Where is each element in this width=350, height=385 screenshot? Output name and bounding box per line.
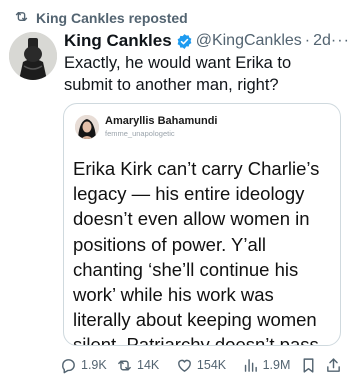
repost-icon — [14, 9, 29, 27]
post-timestamp[interactable]: 2d — [313, 32, 331, 50]
separator-dot: · — [304, 32, 311, 49]
post-header: King Cankles @KingCankles · 2d ··· — [64, 30, 349, 52]
quoted-author-username: femme_unapologetic — [105, 129, 175, 138]
action-bar: 1.9K 14K 154K 1.9M — [60, 355, 344, 375]
repost-count: 14K — [137, 358, 160, 372]
quoted-author-avatar — [75, 115, 99, 139]
author-name[interactable]: King Cankles — [64, 31, 172, 51]
reposted-by-line[interactable]: King Cankles reposted — [14, 9, 188, 27]
reposted-by-label: King Cankles reposted — [36, 10, 188, 26]
bookmark-icon — [300, 357, 317, 374]
author-handle[interactable]: @KingCankles — [196, 32, 302, 50]
quoted-author-name: Amaryllis Bahamundi — [105, 115, 218, 127]
views-button[interactable]: 1.9M — [242, 357, 300, 374]
more-icon[interactable]: ··· — [331, 32, 350, 50]
share-button[interactable] — [325, 357, 344, 374]
author-avatar[interactable] — [9, 32, 57, 80]
like-icon — [176, 357, 193, 374]
like-button[interactable]: 154K — [176, 357, 242, 374]
share-icon — [325, 357, 342, 374]
quoted-post-card[interactable]: Amaryllis Bahamundi femme_unapologetic E… — [63, 103, 341, 346]
bookmark-button[interactable] — [300, 357, 325, 374]
repost-button[interactable]: 14K — [116, 357, 176, 374]
reply-count: 1.9K — [81, 358, 107, 372]
reply-button[interactable]: 1.9K — [60, 357, 116, 374]
quoted-post-text: Erika Kirk can’t carry Charlie’s legacy … — [73, 158, 320, 346]
views-icon — [242, 357, 259, 374]
post-text: Exactly, he would want Erika to submit t… — [64, 54, 292, 94]
verified-badge-icon[interactable] — [176, 33, 193, 50]
repost-icon — [116, 357, 133, 374]
like-count: 154K — [196, 358, 227, 372]
views-count: 1.9M — [262, 358, 291, 372]
reply-icon — [60, 357, 77, 374]
